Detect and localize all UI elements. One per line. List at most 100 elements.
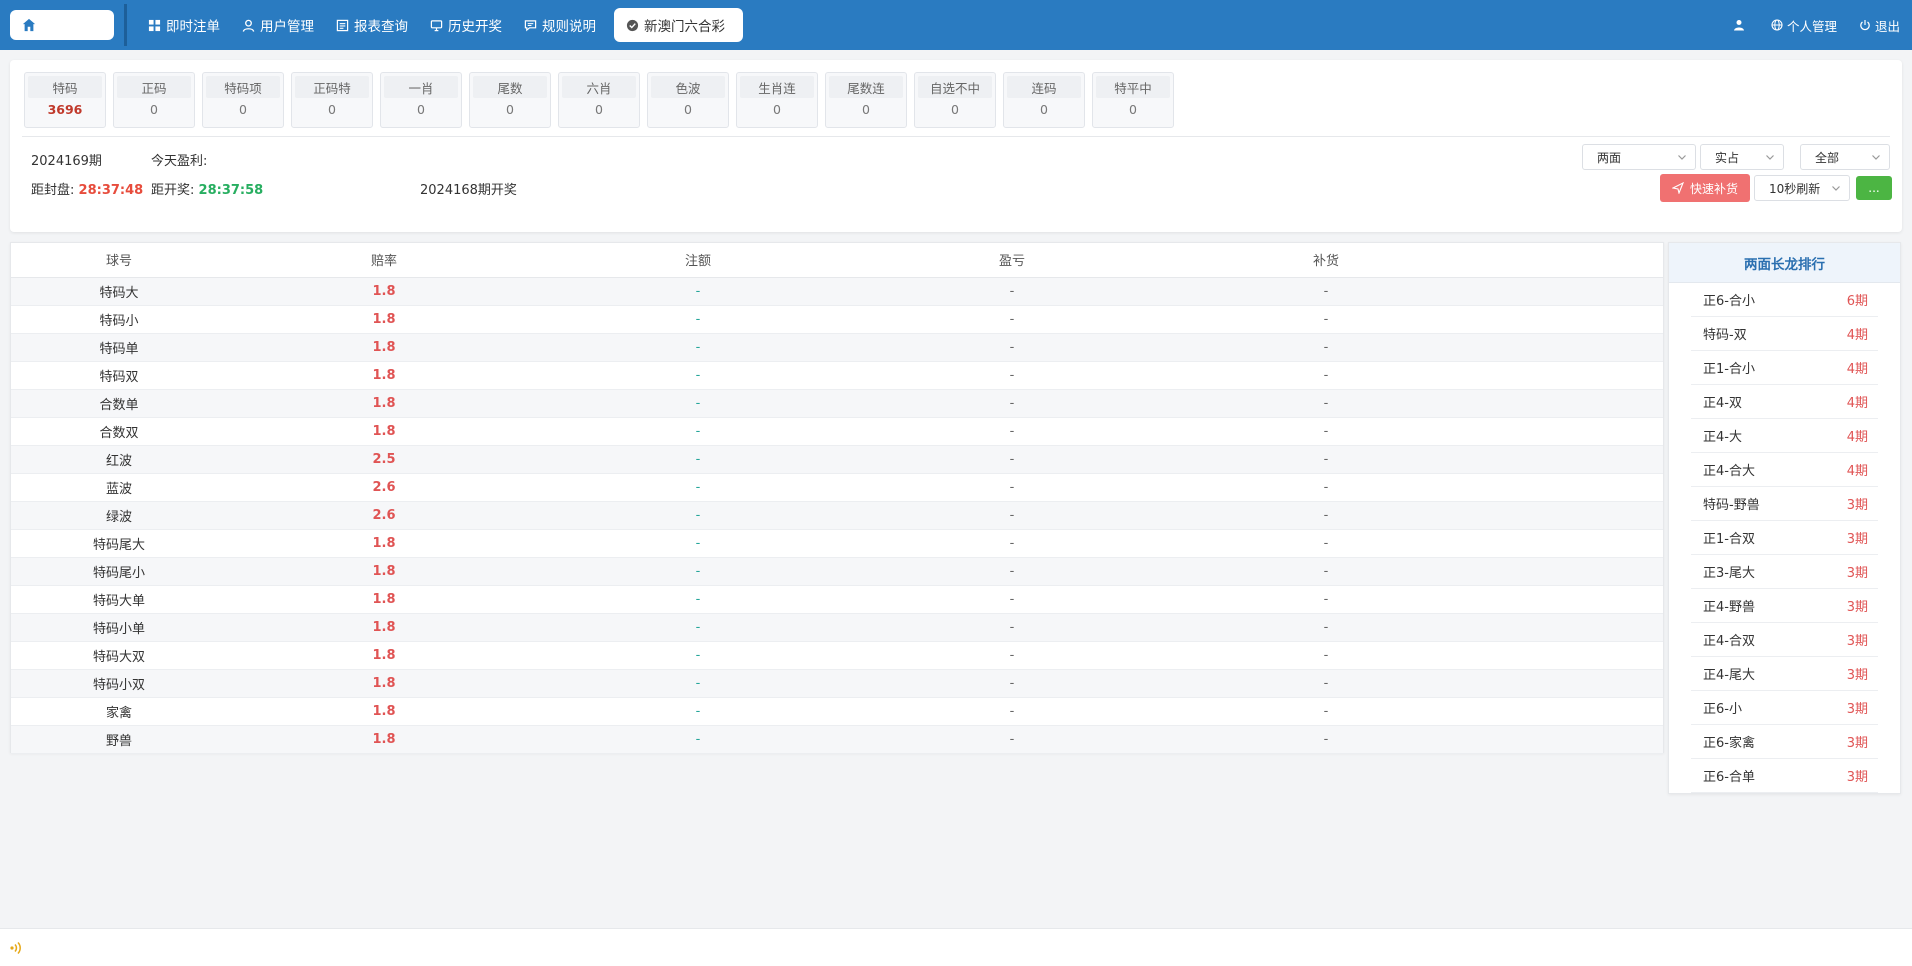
nav-item-history[interactable]: 历史开奖 bbox=[420, 0, 512, 50]
bet-amount: - bbox=[541, 305, 855, 334]
table-row[interactable]: 特码尾大 1.8- - - bbox=[11, 529, 1663, 558]
refill: - bbox=[1169, 277, 1483, 306]
table-row[interactable]: 特码尾小 1.8- - - bbox=[11, 557, 1663, 586]
chat-icon bbox=[524, 19, 537, 32]
quick-refill-button[interactable]: 快速补货 bbox=[1660, 174, 1750, 202]
table-row[interactable]: 特码小双 1.8- - - bbox=[11, 669, 1663, 698]
refresh-interval-select[interactable]: 10秒刷新 bbox=[1754, 175, 1850, 201]
table-header-row: 球号 赔率 注额 盈亏 补货 bbox=[11, 243, 1663, 278]
category-box[interactable]: 一肖 0 bbox=[380, 72, 462, 128]
category-box[interactable]: 特码 3696 bbox=[24, 72, 106, 128]
table-row[interactable]: 特码大单 1.8- - - bbox=[11, 585, 1663, 614]
summary-panel: 特码 3696 正码 0 特码项 0 正码特 0 一肖 0 尾数 0 六肖 0 色波 0 生肖连… bbox=[10, 60, 1902, 232]
bet-amount: - bbox=[541, 585, 855, 614]
list-item: 正4-野兽 3期 bbox=[1691, 589, 1878, 623]
tab-macau-lottery[interactable]: 新澳门六合彩 bbox=[614, 8, 743, 42]
ball-name: 特码大双 bbox=[11, 641, 227, 670]
category-value: 0 bbox=[506, 102, 514, 117]
table-row[interactable]: 绿波 2.6- - - bbox=[11, 501, 1663, 530]
nav-item-rules[interactable]: 规则说明 bbox=[514, 0, 606, 50]
refill: - bbox=[1169, 389, 1483, 418]
ranking-value: 4期 bbox=[1846, 362, 1868, 377]
ranking-name: 正3-尾大 bbox=[1703, 566, 1755, 581]
more-button[interactable]: ... bbox=[1856, 176, 1892, 200]
table-row[interactable]: 特码双 1.8- - - bbox=[11, 361, 1663, 390]
refill: - bbox=[1169, 613, 1483, 642]
table-row[interactable]: 特码大双 1.8- - - bbox=[11, 641, 1663, 670]
filter-select[interactable]: 全部 bbox=[1800, 144, 1890, 170]
ranking-value: 3期 bbox=[1846, 600, 1868, 615]
category-box[interactable]: 生肖连 0 bbox=[736, 72, 818, 128]
globe-icon bbox=[1771, 19, 1783, 31]
odds-rate: 1.8 bbox=[227, 305, 541, 334]
share-type-select[interactable]: 实占 bbox=[1700, 144, 1784, 170]
check-circle-icon bbox=[626, 19, 639, 32]
spacer-cell bbox=[1483, 417, 1663, 446]
table-row[interactable]: 特码小单 1.8- - - bbox=[11, 613, 1663, 642]
ranking-value: 3期 bbox=[1846, 532, 1868, 547]
list-item: 正4-合大 4期 bbox=[1691, 453, 1878, 487]
table-row[interactable]: 红波 2.5- - - bbox=[11, 445, 1663, 474]
report-icon bbox=[336, 19, 349, 32]
refill: - bbox=[1169, 417, 1483, 446]
nav-item-users[interactable]: 用户管理 bbox=[232, 0, 324, 50]
ranking-value: 3期 bbox=[1846, 566, 1868, 581]
profile-button[interactable] bbox=[1733, 19, 1749, 31]
personal-settings-button[interactable]: 个人管理 bbox=[1771, 16, 1837, 35]
nav-item-reports[interactable]: 报表查询 bbox=[326, 0, 418, 50]
sound-icon[interactable] bbox=[8, 940, 24, 956]
play-type-select[interactable]: 两面 bbox=[1582, 144, 1696, 170]
category-box[interactable]: 正码 0 bbox=[113, 72, 195, 128]
odds-rate: 1.8 bbox=[227, 641, 541, 670]
category-box[interactable]: 特平中 0 bbox=[1092, 72, 1174, 128]
list-item: 正3-尾大 3期 bbox=[1691, 555, 1878, 589]
ranking-value: 3期 bbox=[1846, 702, 1868, 717]
category-box[interactable]: 六肖 0 bbox=[558, 72, 640, 128]
category-box[interactable]: 尾数连 0 bbox=[825, 72, 907, 128]
category-value: 0 bbox=[417, 102, 425, 117]
ranking-value: 4期 bbox=[1846, 430, 1868, 445]
category-box[interactable]: 尾数 0 bbox=[469, 72, 551, 128]
category-value: 0 bbox=[684, 102, 692, 117]
list-item: 正1-合双 3期 bbox=[1691, 521, 1878, 555]
spacer-cell bbox=[1483, 613, 1663, 642]
category-name: 一肖 bbox=[384, 76, 458, 98]
nav-item-label: 报表查询 bbox=[354, 19, 408, 35]
category-box[interactable]: 自选不中 0 bbox=[914, 72, 996, 128]
category-box[interactable]: 特码项 0 bbox=[202, 72, 284, 128]
category-name: 生肖连 bbox=[740, 76, 814, 98]
power-icon bbox=[1860, 20, 1870, 31]
logout-button[interactable]: 退出 bbox=[1859, 16, 1900, 35]
table-row[interactable]: 蓝波 2.6- - - bbox=[11, 473, 1663, 502]
category-box[interactable]: 色波 0 bbox=[647, 72, 729, 128]
divider bbox=[22, 136, 1890, 137]
top-right-menu: 个人管理 退出 bbox=[1711, 0, 1900, 50]
profit-loss: - bbox=[855, 305, 1169, 334]
nav-item-label: 历史开奖 bbox=[448, 19, 502, 35]
table-row[interactable]: 特码小 1.8- - - bbox=[11, 305, 1663, 334]
home-button[interactable] bbox=[10, 10, 114, 40]
table-row[interactable]: 野兽 1.8- - - bbox=[11, 725, 1663, 754]
profit-loss: - bbox=[855, 613, 1169, 642]
ranking-name: 正1-合小 bbox=[1703, 362, 1755, 377]
ranking-name: 正6-合小 bbox=[1703, 294, 1755, 309]
logout-label: 退出 bbox=[1874, 18, 1900, 34]
category-row: 特码 3696 正码 0 特码项 0 正码特 0 一肖 0 尾数 0 六肖 0 色波 0 生肖连… bbox=[24, 72, 1174, 128]
table-row[interactable]: 合数单 1.8- - - bbox=[11, 389, 1663, 418]
refill: - bbox=[1169, 473, 1483, 502]
table-row[interactable]: 家禽 1.8- - - bbox=[11, 697, 1663, 726]
category-name: 六肖 bbox=[562, 76, 636, 98]
bet-amount: - bbox=[541, 669, 855, 698]
nav-item-live-bets[interactable]: 即时注单 bbox=[138, 0, 230, 50]
list-item: 正4-双 4期 bbox=[1691, 385, 1878, 419]
table-row[interactable]: 特码单 1.8- - - bbox=[11, 333, 1663, 362]
table-row[interactable]: 特码大 1.8- - - bbox=[11, 277, 1663, 306]
profit-loss: - bbox=[855, 725, 1169, 754]
profit-loss: - bbox=[855, 529, 1169, 558]
odds-table: 球号 赔率 注额 盈亏 补货 特码大 1.8- - - 特码小 1.8- - - 特码单 1.… bbox=[11, 243, 1663, 754]
ball-name: 野兽 bbox=[11, 725, 227, 754]
odds-rate: 1.8 bbox=[227, 697, 541, 726]
table-row[interactable]: 合数双 1.8- - - bbox=[11, 417, 1663, 446]
category-box[interactable]: 正码特 0 bbox=[291, 72, 373, 128]
category-box[interactable]: 连码 0 bbox=[1003, 72, 1085, 128]
